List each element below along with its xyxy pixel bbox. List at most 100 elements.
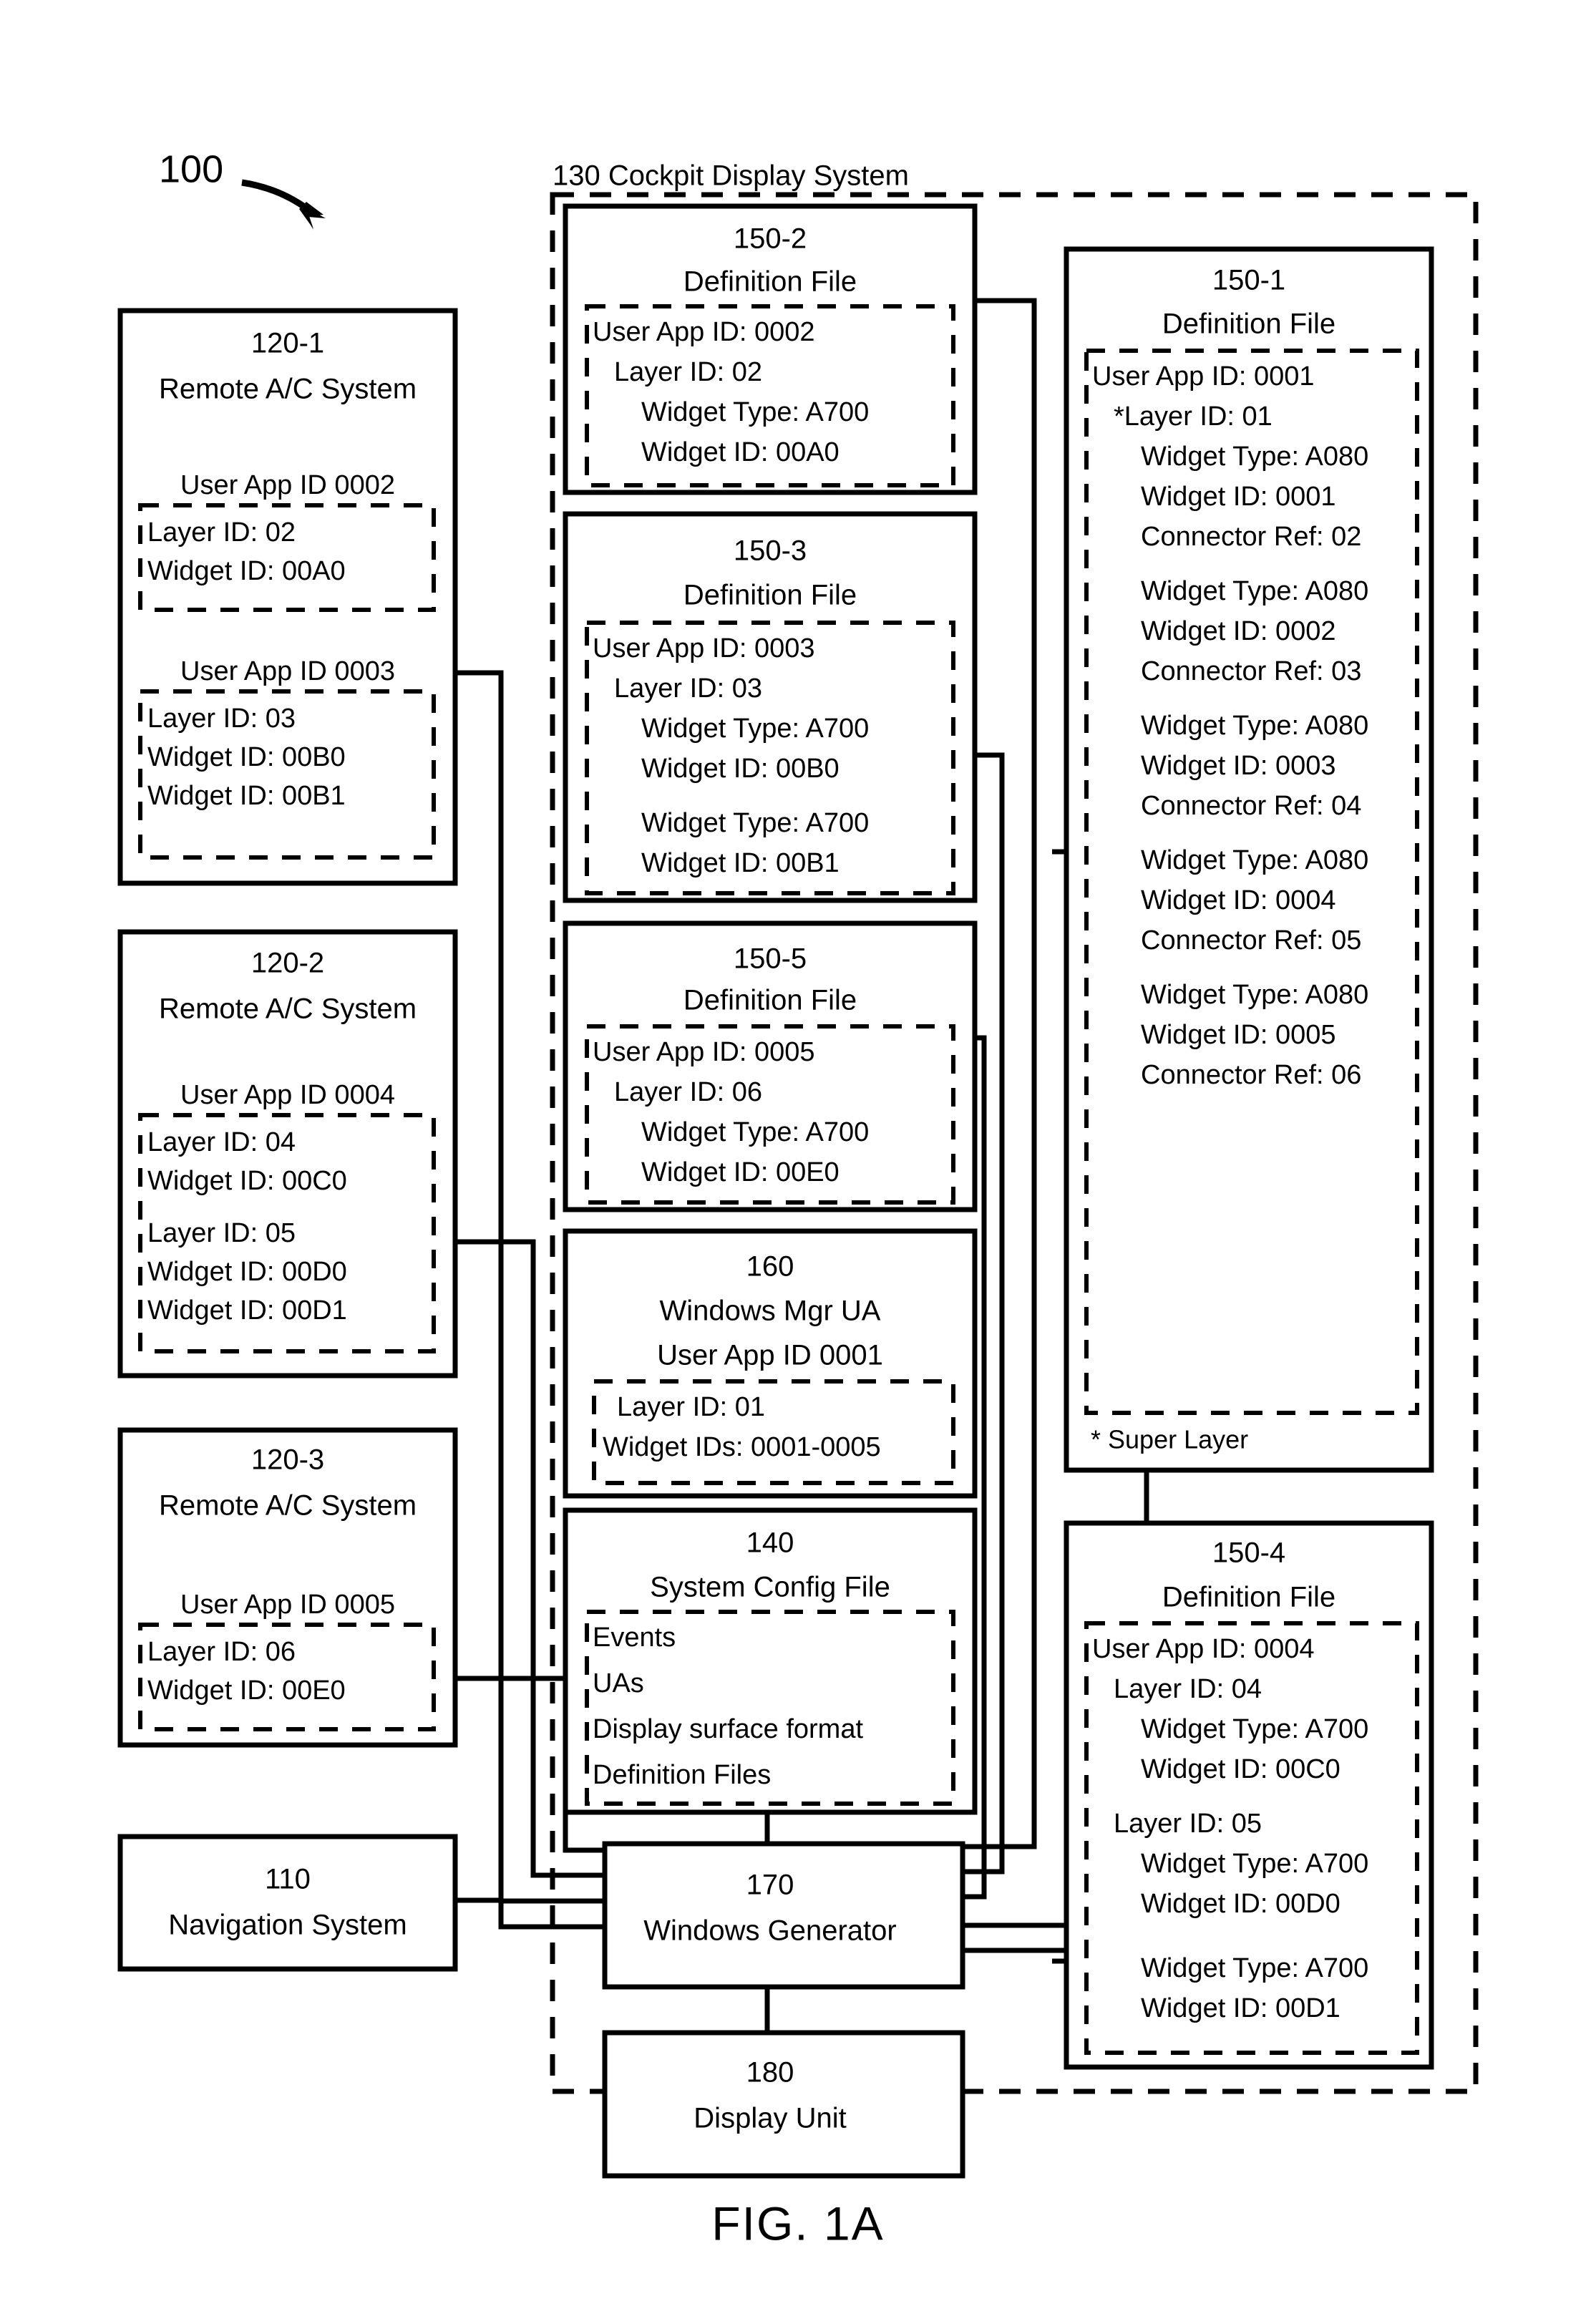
remote-ac-system-120-2-app-0-line-5: Widget ID: 00D1 [147,1295,347,1326]
figure-caption: FIG. 1A [711,2197,884,2250]
remote-ac-system-120-2-app-0-header: User App ID 0004 [180,1080,395,1110]
definition-file-150-4-line-0: User App ID: 0004 [1092,1634,1315,1664]
remote-ac-system-120-1-app-1-line-1: Widget ID: 00B0 [147,742,346,772]
patent-figure-1a: 100 130 Cockpit Display System 120-1 Rem… [117,147,1479,2250]
definition-file-150-4-title: Definition File [1162,1582,1335,1613]
definition-file-150-1-line-8: Connector Ref: 03 [1141,656,1361,686]
definition-file-150-1[interactable]: 150-1 Definition File User App ID: 0001 … [1064,246,1434,1473]
definition-file-150-4[interactable]: 150-4 Definition File User App ID: 0004 … [1064,1520,1434,2070]
definition-file-150-1-line-7: Widget ID: 0002 [1141,616,1335,646]
remote-ac-system-120-2-app-0-line-1: Widget ID: 00C0 [147,1166,347,1196]
remote-ac-system-120-3-app-0-header: User App ID 0005 [180,1590,395,1620]
definition-file-150-3-line-3: Widget ID: 00B0 [641,754,840,784]
windows-mgr-ua-160-line-1: Widget IDs: 0001-0005 [603,1432,881,1462]
remote-ac-system-120-1[interactable]: 120-1 Remote A/C System User App ID 0002… [117,308,458,886]
remote-ac-system-120-1-app-1-line-0: Layer ID: 03 [147,704,296,734]
figure-ref-100: 100 [159,147,223,190]
display-unit-180[interactable]: 180 Display Unit [602,2030,965,2179]
remote-ac-system-120-1-app-0-header: User App ID 0002 [180,470,395,500]
definition-file-150-3-line-1: Layer ID: 03 [614,674,762,704]
definition-file-150-4-ref: 150-4 [1212,1537,1285,1569]
definition-file-150-5-line-1: Layer ID: 06 [614,1077,762,1107]
definition-file-150-5-ref: 150-5 [734,943,807,975]
system-config-file-140-title: System Config File [650,1572,890,1603]
navigation-system-110[interactable]: 110 Navigation System [117,1834,458,1972]
definition-file-150-4-line-7: Widget ID: 00D0 [1141,1889,1340,1919]
definition-file-150-3-title: Definition File [683,580,857,611]
system-config-file-140-line-0: Events [593,1623,676,1653]
remote-ac-system-120-3-title: Remote A/C System [159,1490,417,1522]
definition-file-150-2[interactable]: 150-2 Definition File User App ID: 0002 … [563,203,978,495]
cockpit-display-system-header: 130 Cockpit Display System [553,160,909,192]
windows-generator-170-title: Windows Generator [643,1915,896,1947]
remote-ac-system-120-1-app-1-header: User App ID 0003 [180,656,395,686]
navigation-system-110-box [117,1834,458,1972]
definition-file-150-5-line-3: Widget ID: 00E0 [641,1157,840,1187]
definition-file-150-5-line-2: Widget Type: A700 [641,1117,869,1147]
remote-ac-system-120-3-app-0-line-1: Widget ID: 00E0 [147,1676,346,1706]
definition-file-150-2-title: Definition File [683,266,857,298]
navigation-system-110-ref: 110 [265,1864,311,1895]
definition-file-150-1-title: Definition File [1162,308,1335,340]
windows-mgr-ua-160-ref: 160 [746,1251,794,1283]
definition-file-150-3-ref: 150-3 [734,535,807,567]
definition-file-150-1-line-10: Widget Type: A080 [1141,711,1368,741]
definition-file-150-5-line-0: User App ID: 0005 [593,1037,815,1067]
display-unit-180-ref: 180 [746,2057,794,2089]
definition-file-150-4-line-10: Widget ID: 00D1 [1141,1993,1340,2023]
definition-file-150-3-box [563,511,978,903]
definition-file-150-1-ref: 150-1 [1212,265,1285,296]
navigation-system-110-title: Navigation System [168,1910,407,1941]
definition-file-150-5[interactable]: 150-5 Definition File User App ID: 0005 … [563,920,978,1212]
windows-mgr-ua-160-title: Windows Mgr UA [660,1295,881,1327]
remote-ac-system-120-2-app-0-line-3: Layer ID: 05 [147,1218,296,1248]
definition-file-150-1-line-12: Connector Ref: 04 [1141,791,1361,821]
system-config-file-140[interactable]: 140 System Config File Events UAs Displa… [563,1507,978,1815]
remote-ac-system-120-1-title: Remote A/C System [159,374,417,405]
remote-ac-system-120-1-app-1-line-2: Widget ID: 00B1 [147,781,346,811]
windows-mgr-ua-160-subtitle: User App ID 0001 [657,1340,883,1371]
system-config-file-140-line-1: UAs [593,1668,644,1698]
definition-file-150-4-line-1: Layer ID: 04 [1114,1674,1262,1704]
system-config-file-140-line-2: Display surface format [593,1714,863,1744]
remote-ac-system-120-2-ref: 120-2 [251,948,324,979]
remote-ac-system-120-3-app-0-line-0: Layer ID: 06 [147,1637,296,1667]
definition-file-150-1-line-2: Widget Type: A080 [1141,442,1368,472]
definition-file-150-1-line-19: Widget ID: 0005 [1141,1020,1335,1050]
remote-ac-system-120-2-app-0-line-4: Widget ID: 00D0 [147,1257,347,1287]
definition-file-150-1-line-11: Widget ID: 0003 [1141,751,1335,781]
definition-file-150-1-line-16: Connector Ref: 05 [1141,925,1361,956]
definition-file-150-1-line-15: Widget ID: 0004 [1141,885,1335,915]
windows-generator-170[interactable]: 170 Windows Generator [602,1841,965,1990]
definition-file-150-1-line-1: *Layer ID: 01 [1114,402,1273,432]
definition-file-150-1-line-6: Widget Type: A080 [1141,576,1368,606]
definition-file-150-1-footnote: * Super Layer [1091,1425,1248,1454]
connector-110-to-170 [455,1897,605,1930]
definition-file-150-3-line-6: Widget ID: 00B1 [641,848,840,878]
windows-mgr-ua-160[interactable]: 160 Windows Mgr UA User App ID 0001 Laye… [563,1228,978,1499]
definition-file-150-3[interactable]: 150-3 Definition File User App ID: 0003 … [563,511,978,903]
remote-ac-system-120-2-app-0-line-0: Layer ID: 04 [147,1127,296,1157]
windows-generator-170-ref: 170 [746,1870,794,1901]
system-config-file-140-line-3: Definition Files [593,1760,771,1790]
remote-ac-system-120-2[interactable]: 120-2 Remote A/C System User App ID 0004… [117,929,458,1379]
system-config-file-140-ref: 140 [746,1527,794,1559]
definition-file-150-2-line-2: Widget Type: A700 [641,397,869,427]
definition-file-150-3-line-5: Widget Type: A700 [641,808,869,838]
definition-file-150-2-line-3: Widget ID: 00A0 [641,437,840,467]
remote-ac-system-120-1-app-0-line-0: Layer ID: 02 [147,517,296,548]
definition-file-150-1-line-14: Widget Type: A080 [1141,845,1368,875]
remote-ac-system-120-1-ref: 120-1 [251,328,324,359]
definition-file-150-4-line-3: Widget ID: 00C0 [1141,1754,1340,1784]
definition-file-150-1-line-20: Connector Ref: 06 [1141,1060,1361,1090]
remote-ac-system-120-3-ref: 120-3 [251,1444,324,1476]
definition-file-150-4-line-6: Widget Type: A700 [1141,1849,1368,1879]
definition-file-150-3-line-2: Widget Type: A700 [641,714,869,744]
remote-ac-system-120-3[interactable]: 120-3 Remote A/C System User App ID 0005… [117,1427,458,1748]
definition-file-150-3-line-0: User App ID: 0003 [593,633,815,663]
definition-file-150-2-line-0: User App ID: 0002 [593,317,815,347]
definition-file-150-1-line-4: Connector Ref: 02 [1141,522,1361,552]
definition-file-150-1-line-3: Widget ID: 0001 [1141,482,1335,512]
remote-ac-system-120-1-app-0-line-1: Widget ID: 00A0 [147,556,346,586]
definition-file-150-1-line-18: Widget Type: A080 [1141,980,1368,1010]
